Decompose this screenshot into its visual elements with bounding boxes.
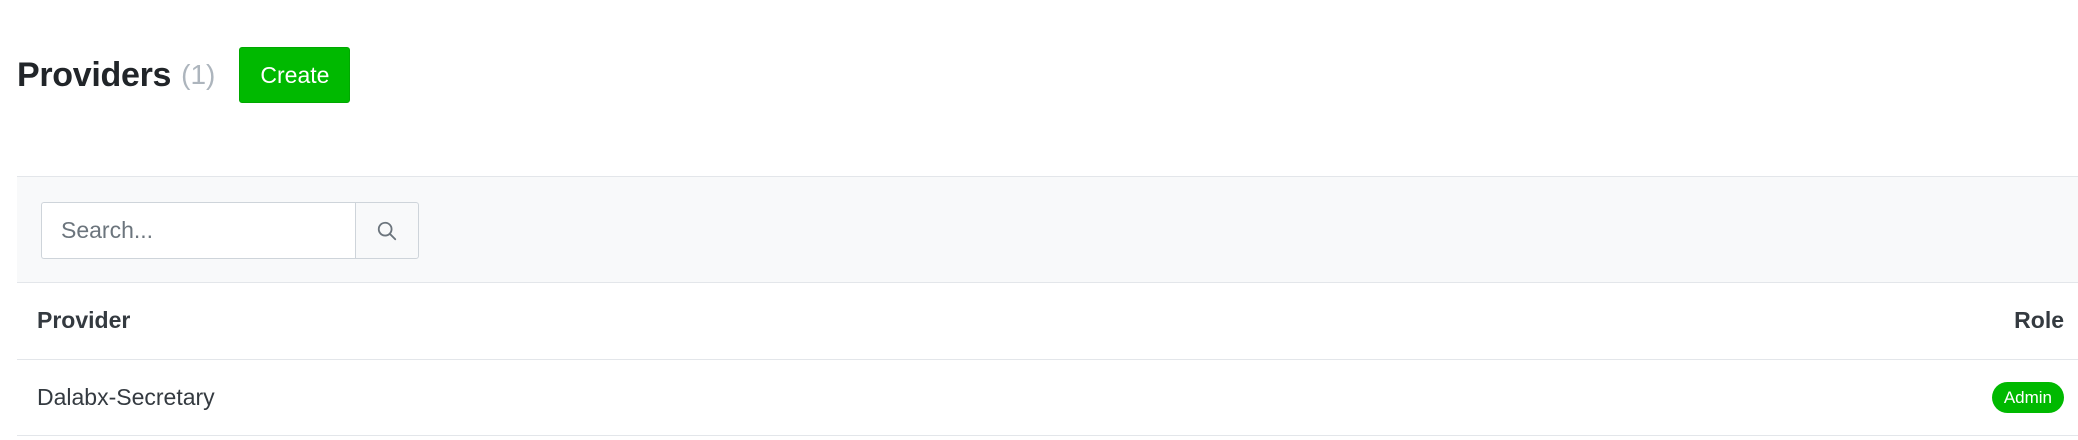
search-button[interactable] xyxy=(355,202,419,259)
column-header-provider: Provider xyxy=(17,283,1403,360)
provider-count: (1) xyxy=(181,59,216,90)
providers-panel: Provider Role Dalabx-Secretary Admin xyxy=(17,176,2078,436)
table-row[interactable]: Dalabx-Secretary Admin xyxy=(17,359,2078,436)
providers-table: Provider Role Dalabx-Secretary Admin xyxy=(17,283,2078,436)
search-group xyxy=(41,202,419,259)
search-input[interactable] xyxy=(41,202,355,259)
create-button[interactable]: Create xyxy=(239,47,351,103)
role-badge: Admin xyxy=(1991,381,2064,413)
search-icon xyxy=(377,221,397,240)
table-header-row: Provider Role xyxy=(17,283,2078,360)
column-header-role: Role xyxy=(1402,283,2078,360)
provider-name-cell[interactable]: Dalabx-Secretary xyxy=(17,359,1403,436)
page-header: Providers (1) Create xyxy=(17,47,351,103)
role-cell: Admin xyxy=(1402,359,2078,436)
search-toolbar xyxy=(17,176,2078,283)
page-title: Providers xyxy=(17,55,172,94)
